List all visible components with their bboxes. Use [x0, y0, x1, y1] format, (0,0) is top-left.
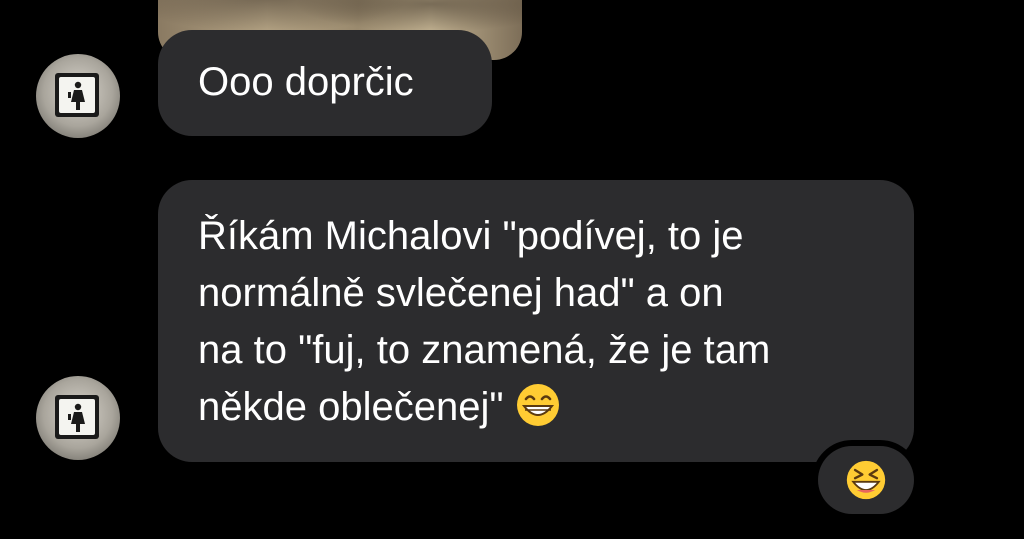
- message-reaction[interactable]: [818, 446, 914, 514]
- woman-figure-icon: [68, 81, 85, 110]
- message-text: Říkám Michalovi "podívej, to je normálně…: [198, 214, 771, 429]
- restroom-sign-icon: [55, 73, 99, 117]
- woman-figure-icon: [68, 403, 85, 432]
- restroom-sign-icon: [55, 395, 99, 439]
- message-bubble[interactable]: Říkám Michalovi "podívej, to je normálně…: [158, 180, 914, 462]
- sender-avatar[interactable]: [36, 54, 120, 138]
- grinning-squinting-face-icon: [846, 460, 886, 500]
- message-text: Ooo doprčic: [198, 60, 414, 104]
- sender-avatar[interactable]: [36, 376, 120, 460]
- message-bubble[interactable]: Ooo doprčic: [158, 30, 492, 136]
- grinning-face-with-smiling-eyes-icon: [516, 384, 559, 426]
